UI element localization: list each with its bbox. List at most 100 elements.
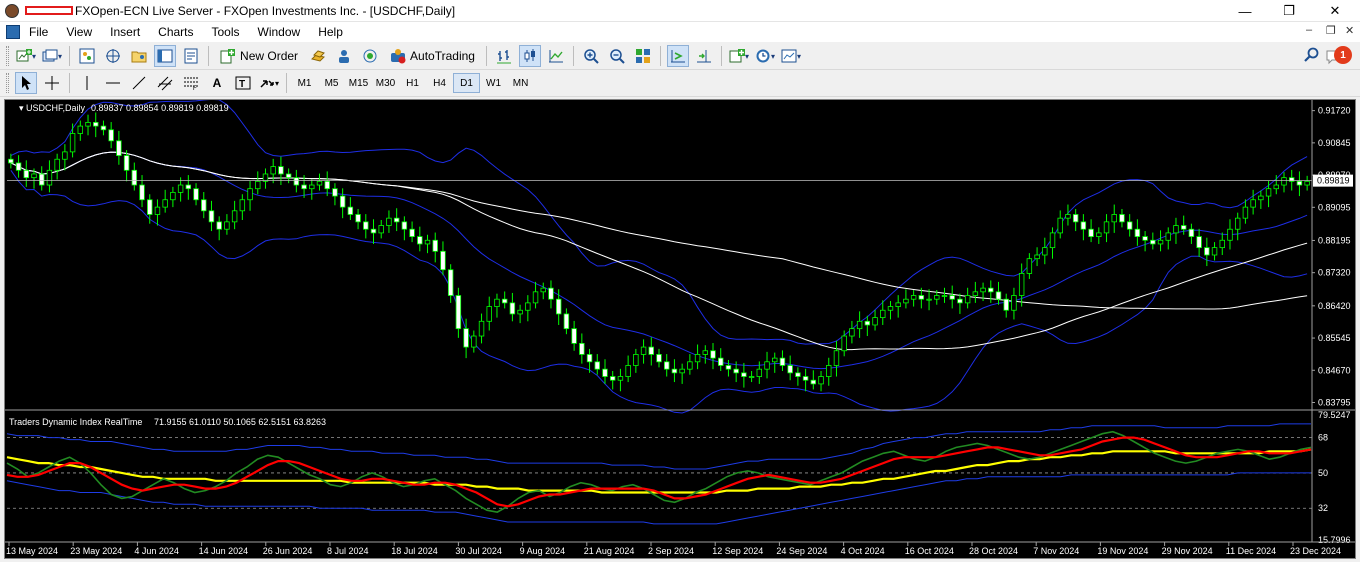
crosshair-tool[interactable] [41, 72, 63, 94]
timeframe-m1[interactable]: M1 [291, 73, 318, 93]
candle-body [795, 372, 801, 377]
new-order-button[interactable]: New Order [215, 45, 303, 67]
timeframe-h1[interactable]: H1 [399, 73, 426, 93]
candle-body [309, 184, 315, 190]
timeframe-m5[interactable]: M5 [318, 73, 345, 93]
toolbar-grip[interactable] [6, 73, 9, 93]
menu-help[interactable]: Help [309, 25, 352, 39]
strategy-tester-icon [184, 48, 198, 64]
periods-button[interactable]: ▾ [754, 45, 776, 67]
new-chart-button[interactable]: ▾ [15, 45, 37, 67]
candle-body [324, 180, 330, 190]
terminal-window-icon [157, 49, 173, 63]
channel-icon [157, 76, 173, 91]
candlestick-button[interactable] [518, 45, 541, 67]
auto-scroll-button[interactable] [666, 45, 689, 67]
timeframe-d1[interactable]: D1 [453, 73, 481, 93]
navigator-button[interactable] [102, 45, 124, 67]
signals-button[interactable] [333, 45, 355, 67]
chart-window[interactable]: 0.917200.908450.899700.890950.881950.873… [4, 98, 1356, 559]
horizontal-line-tool[interactable] [102, 72, 124, 94]
candle-body [201, 199, 207, 212]
price-pane: 0.917200.908450.899700.890950.881950.873… [7, 98, 1353, 414]
candle-body [216, 221, 222, 230]
time-tick-label: 9 Aug 2024 [520, 546, 566, 556]
candle-body [278, 166, 284, 175]
autotrading-button[interactable]: AutoTrading [385, 45, 480, 67]
data-window-button[interactable] [128, 45, 150, 67]
cursor-tool[interactable] [15, 72, 37, 94]
equidistant-channel-tool[interactable] [154, 72, 176, 94]
indicators-icon [729, 49, 745, 63]
templates-button[interactable]: ▾ [780, 45, 802, 67]
minimize-button[interactable]: — [1222, 0, 1268, 22]
vertical-line-tool[interactable] [76, 72, 98, 94]
mdi-minimize-icon[interactable]: – [1306, 24, 1312, 36]
bar-chart-button[interactable] [493, 45, 515, 67]
timeframe-w1[interactable]: W1 [480, 73, 507, 93]
toolbar-grip[interactable] [6, 46, 9, 66]
menu-file[interactable]: File [20, 25, 57, 39]
vps-button[interactable] [359, 45, 381, 67]
notification-badge[interactable]: 1 [1334, 46, 1352, 64]
candle-body [1026, 258, 1033, 274]
candle-body [1157, 239, 1164, 245]
indicators-button[interactable]: ▾ [728, 45, 750, 67]
timeframe-h4[interactable]: H4 [426, 73, 453, 93]
price-tick-label: 0.84670 [1318, 365, 1351, 375]
terminal-button[interactable] [154, 45, 177, 67]
candle-body [131, 169, 138, 186]
menu-charts[interactable]: Charts [149, 25, 202, 39]
candle-body [1296, 180, 1303, 186]
zoom-in-button[interactable] [580, 45, 602, 67]
text-tool[interactable]: A [206, 72, 228, 94]
candle-body [764, 361, 770, 370]
broadcast-icon [363, 49, 377, 63]
chart-canvas[interactable]: 0.917200.908450.899700.890950.881950.873… [5, 98, 1355, 558]
gold-bars-icon [311, 50, 326, 62]
strategy-tester-button[interactable] [180, 45, 202, 67]
chart-shift-icon [696, 50, 711, 63]
candle-body [741, 372, 747, 377]
candle-body [1265, 188, 1272, 197]
trendline-tool[interactable] [128, 72, 150, 94]
profiles-button[interactable]: ▾ [41, 45, 63, 67]
candle-body [995, 291, 1002, 300]
close-button[interactable]: ✕ [1312, 0, 1358, 22]
candle-body [540, 287, 546, 293]
search-icon[interactable] [1304, 47, 1320, 66]
candle-body [316, 180, 323, 186]
text-label-tool[interactable]: T [232, 72, 254, 94]
maximize-button[interactable]: ❐ [1266, 0, 1312, 22]
tdi-series-line [6, 448, 1312, 494]
timeframe-mn[interactable]: MN [507, 73, 534, 93]
market-watch-button[interactable] [76, 45, 98, 67]
menu-view[interactable]: View [57, 25, 101, 39]
app-icon[interactable] [5, 3, 19, 18]
chart-shift-button[interactable] [693, 45, 715, 67]
candle-body [1211, 247, 1218, 256]
candle-body [594, 361, 600, 370]
market-button[interactable] [307, 45, 329, 67]
zoom-out-button[interactable] [606, 45, 628, 67]
menu-window[interactable]: Window [249, 25, 310, 39]
arrows-tool[interactable]: ▾ [258, 72, 280, 94]
candle-body [1103, 221, 1110, 234]
timeframe-m15[interactable]: M15 [345, 73, 372, 93]
menu-insert[interactable]: Insert [101, 25, 149, 39]
candle-body [988, 287, 994, 293]
menu-tools[interactable]: Tools [203, 25, 249, 39]
mdi-close-icon[interactable]: ✕ [1345, 24, 1354, 37]
candle-body [1119, 214, 1125, 223]
candle-body [864, 320, 871, 326]
line-chart-button[interactable] [545, 45, 567, 67]
chart-window-icon[interactable] [6, 25, 20, 39]
candle-body [432, 239, 438, 252]
tile-windows-button[interactable] [632, 45, 654, 67]
timeframe-m30[interactable]: M30 [372, 73, 399, 93]
mdi-restore-icon[interactable]: ❐ [1326, 24, 1336, 37]
candle-body [910, 295, 917, 300]
time-tick-label: 19 Nov 2024 [1097, 546, 1148, 556]
candle-body [1072, 214, 1079, 223]
fibonacci-tool[interactable]: F [180, 72, 202, 94]
